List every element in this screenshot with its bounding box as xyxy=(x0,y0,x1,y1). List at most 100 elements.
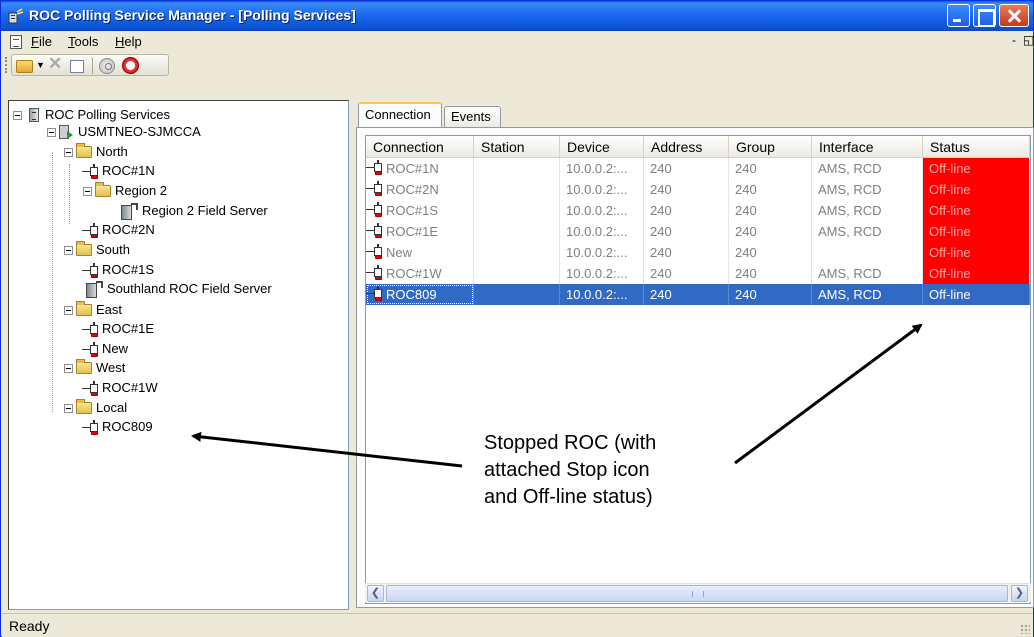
cell-interface: AMS, RCD xyxy=(812,158,923,179)
column-header-status[interactable]: Status xyxy=(923,136,1030,158)
collapse-icon[interactable] xyxy=(64,306,73,315)
roc-device-icon xyxy=(366,286,384,301)
roc-device-icon xyxy=(82,420,100,435)
tree-view[interactable]: ROC Polling Services USMTNEO-SJMCCA Nort… xyxy=(8,100,349,610)
folder-icon xyxy=(76,241,92,256)
cell-group: 240 xyxy=(729,242,812,263)
collapse-icon[interactable] xyxy=(13,111,22,120)
column-header-connection[interactable]: Connection xyxy=(366,136,474,158)
stop-icon xyxy=(375,189,382,196)
stop-icon xyxy=(91,350,98,357)
cell-station xyxy=(474,263,560,284)
connections-table[interactable]: Connection Station Device Address Group … xyxy=(365,135,1031,604)
window-title: ROC Polling Service Manager - [Polling S… xyxy=(29,7,356,23)
table-row[interactable]: ROC#1S 10.0.0.2:... 240 240 AMS, RCD Off… xyxy=(366,200,1030,221)
cell-group: 240 xyxy=(729,200,812,221)
table-row[interactable]: ROC#1E 10.0.0.2:... 240 240 AMS, RCD Off… xyxy=(366,221,1030,242)
toolbar: ▼ ✕ xyxy=(2,53,1033,77)
cell-group: 240 xyxy=(729,158,812,179)
field-server-icon xyxy=(121,203,139,220)
roc-device-icon xyxy=(366,244,384,259)
roc-device-icon xyxy=(366,265,384,280)
column-header-interface[interactable]: Interface xyxy=(812,136,923,158)
menu-file[interactable]: File xyxy=(31,34,52,49)
properties-icon[interactable] xyxy=(70,60,84,73)
close-button[interactable] xyxy=(999,4,1029,27)
scroll-left-icon[interactable]: ❮ xyxy=(367,585,384,602)
folder-icon xyxy=(76,359,92,374)
roc-device-icon xyxy=(366,160,384,175)
tree-label: West xyxy=(96,360,126,375)
start-icon[interactable] xyxy=(99,58,115,74)
server-icon xyxy=(29,108,39,122)
cell-interface: AMS, RCD xyxy=(812,200,923,221)
minimize-button[interactable] xyxy=(947,4,970,27)
cell-address: 240 xyxy=(644,284,729,305)
tree-label: Region 2 Field Server xyxy=(142,203,268,218)
stop-icon xyxy=(91,330,98,337)
cell-group: 240 xyxy=(729,263,812,284)
cell-connection: New xyxy=(366,242,474,263)
collapse-icon[interactable] xyxy=(64,246,73,255)
title-bar[interactable]: ROC Polling Service Manager - [Polling S… xyxy=(1,1,1033,31)
table-row[interactable]: ROC#2N 10.0.0.2:... 240 240 AMS, RCD Off… xyxy=(366,179,1030,200)
tree-label: ROC809 xyxy=(102,419,153,434)
document-icon[interactable] xyxy=(10,35,22,49)
tab-events[interactable]: Events xyxy=(444,106,501,127)
cell-connection: ROC#2N xyxy=(366,179,474,200)
tree-label: East xyxy=(96,302,123,317)
column-header-group[interactable]: Group xyxy=(729,136,812,158)
stop-icon[interactable] xyxy=(122,57,139,74)
scrollbar-thumb[interactable] xyxy=(386,585,1008,602)
collapse-icon[interactable] xyxy=(64,404,73,413)
tree-label: New xyxy=(102,341,129,356)
collapse-icon[interactable] xyxy=(47,128,56,137)
roc-device-icon xyxy=(366,202,384,217)
cell-group: 240 xyxy=(729,284,812,305)
resize-grip-icon[interactable] xyxy=(1020,624,1030,634)
mdi-minimize-button[interactable]: - xyxy=(1012,33,1016,47)
stop-icon xyxy=(91,428,98,435)
computer-icon xyxy=(59,125,75,139)
mdi-restore-icon[interactable]: ◱ xyxy=(1023,33,1034,47)
maximize-button[interactable] xyxy=(973,4,996,27)
cell-address: 240 xyxy=(644,242,729,263)
collapse-icon[interactable] xyxy=(83,187,92,196)
table-row-selected[interactable]: ROC809 10.0.0.2:... 240 240 AMS, RCD Off… xyxy=(366,284,1030,305)
menu-tools[interactable]: Tools xyxy=(68,34,98,49)
tree-label: USMTNEO-SJMCCA xyxy=(78,124,201,139)
stop-icon xyxy=(91,172,98,179)
tab-connection[interactable]: Connection xyxy=(358,102,442,127)
delete-icon[interactable]: ✕ xyxy=(48,54,66,73)
cell-interface: AMS, RCD xyxy=(812,263,923,284)
stop-icon xyxy=(91,231,98,238)
collapse-icon[interactable] xyxy=(64,148,73,157)
column-header-station[interactable]: Station xyxy=(474,136,560,158)
menu-help[interactable]: Help xyxy=(115,34,142,49)
column-header-device[interactable]: Device xyxy=(560,136,644,158)
collapse-icon[interactable] xyxy=(64,364,73,373)
column-header-address[interactable]: Address xyxy=(644,136,729,158)
pane-header-strip xyxy=(2,77,1033,99)
table-row[interactable]: ROC#1W 10.0.0.2:... 240 240 AMS, RCD Off… xyxy=(366,263,1030,284)
cell-device: 10.0.0.2:... xyxy=(560,263,644,284)
table-row[interactable]: ROC#1N 10.0.0.2:... 240 240 AMS, RCD Off… xyxy=(366,158,1030,179)
cell-status: Off-line xyxy=(923,263,1030,284)
cell-address: 240 xyxy=(644,179,729,200)
roc-device-icon xyxy=(82,381,100,396)
scroll-right-icon[interactable]: ❯ xyxy=(1011,585,1028,602)
cell-connection: ROC#1W xyxy=(366,263,474,284)
open-folder-icon[interactable] xyxy=(16,60,33,73)
menu-bar: File Tools Help - ◱ xyxy=(2,31,1034,53)
roc-device-icon xyxy=(82,223,100,238)
horizontal-scrollbar[interactable]: ❮ ❯ xyxy=(365,583,1031,602)
field-server-icon xyxy=(86,281,104,298)
tree-line xyxy=(52,152,53,412)
roc-device-icon xyxy=(82,322,100,337)
tree-label: ROC#1E xyxy=(102,321,155,336)
toolbar-grip[interactable] xyxy=(5,57,8,73)
table-row[interactable]: New 10.0.0.2:... 240 240 Off-line xyxy=(366,242,1030,263)
annotation-line: attached Stop icon xyxy=(484,459,650,481)
cell-device: 10.0.0.2:... xyxy=(560,221,644,242)
cell-station xyxy=(474,242,560,263)
